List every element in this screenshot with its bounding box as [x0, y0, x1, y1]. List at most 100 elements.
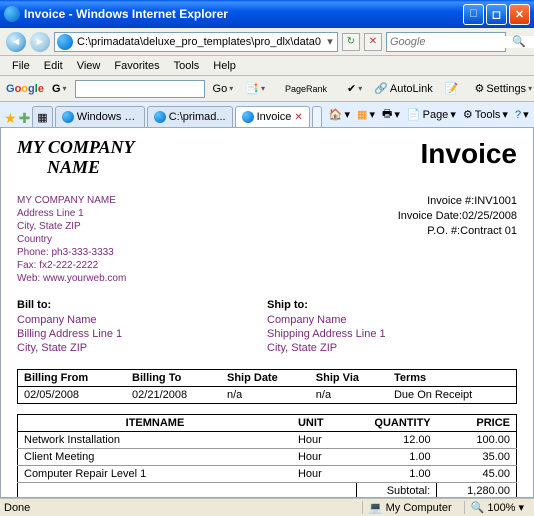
- menu-favorites[interactable]: Favorites: [108, 59, 165, 73]
- col-unit: UNIT: [292, 415, 357, 432]
- shipping-table: Billing From Billing To Ship Date Ship V…: [17, 369, 517, 404]
- company-fax: Fax: fx2-222-2222: [17, 259, 126, 272]
- add-favorite-button[interactable]: ★: [4, 109, 17, 127]
- status-text: Done: [4, 502, 30, 514]
- menu-edit[interactable]: Edit: [38, 59, 69, 73]
- new-tab-button[interactable]: [312, 106, 322, 127]
- zoom-icon: 🔍: [471, 501, 485, 514]
- col-terms: Terms: [388, 370, 517, 387]
- ship-date: n/a: [221, 387, 310, 404]
- item-unit: Hour: [292, 449, 357, 466]
- refresh-button[interactable]: ↻: [342, 33, 360, 51]
- check-button[interactable]: ✔▾: [343, 81, 366, 96]
- google-go-button[interactable]: Go ▾: [209, 82, 238, 96]
- autolink-label: AutoLink: [390, 83, 433, 95]
- search-go-button[interactable]: 🔍: [510, 33, 528, 51]
- favorites-button[interactable]: ✚: [19, 109, 31, 127]
- item-qty: 12.00: [357, 432, 437, 449]
- table-row: Network Installation Hour 12.00 100.00: [18, 432, 517, 449]
- tab-thumbs-button[interactable]: ▦: [32, 106, 52, 127]
- company-name-line1: MY COMPANY: [17, 138, 135, 158]
- company-name-heading: MY COMPANY NAME: [17, 138, 135, 178]
- table-row: Computer Repair Level 1 Hour 1.00 45.00: [18, 466, 517, 483]
- company-info-block: MY COMPANY NAME Address Line 1 City, Sta…: [17, 194, 126, 285]
- bill-to-csz: City, State ZIP: [17, 341, 267, 355]
- company-address: Address Line 1: [17, 207, 126, 220]
- google-toolbar: Google G▾ Go ▾ 📑▾ PageRank ✔▾ 🔗 AutoLink…: [0, 76, 534, 102]
- google-menu-button[interactable]: G▾: [48, 82, 71, 96]
- tab-windows[interactable]: Windows s...: [55, 106, 145, 127]
- ship-to-block: Ship to: Company Name Shipping Address L…: [267, 299, 517, 356]
- subtotal-row: Subtotal: 1,280.00: [18, 483, 517, 498]
- maximize-button[interactable]: ◻: [486, 4, 507, 25]
- billing-from: 02/05/2008: [18, 387, 127, 404]
- tab-invoice[interactable]: Invoice✕: [235, 106, 310, 127]
- search-box[interactable]: [386, 32, 506, 52]
- status-bar: Done 💻My Computer 🔍100% ▾: [0, 498, 534, 516]
- item-name: Network Installation: [18, 432, 292, 449]
- google-search-input[interactable]: [75, 80, 205, 98]
- company-name: MY COMPANY NAME: [17, 194, 126, 207]
- address-dropdown-icon[interactable]: ▾: [323, 35, 337, 48]
- print-button[interactable]: 🖶▾: [379, 104, 403, 125]
- tab-primad[interactable]: C:\primad...: [147, 106, 233, 127]
- company-country: Country: [17, 233, 126, 246]
- back-button[interactable]: ◄: [6, 32, 26, 52]
- menu-view[interactable]: View: [71, 59, 107, 73]
- subtotal-label: Subtotal:: [357, 483, 437, 498]
- ie-icon: [4, 6, 20, 22]
- invoice-date: 02/25/2008: [462, 210, 517, 222]
- col-ship-date: Ship Date: [221, 370, 310, 387]
- zoom-value: 100%: [487, 502, 515, 514]
- home-button[interactable]: 🏠▾: [326, 107, 353, 122]
- google-bookmark-button[interactable]: 📑▾: [241, 81, 269, 96]
- computer-icon: 💻: [369, 501, 383, 514]
- col-price: PRICE: [437, 415, 517, 432]
- company-web: Web: www.yourweb.com: [17, 272, 126, 285]
- tab-label: C:\primad...: [169, 111, 226, 123]
- google-logo: Google: [6, 83, 44, 95]
- settings-label: Settings: [486, 83, 526, 95]
- page-button[interactable]: 📄Page▾: [404, 107, 459, 122]
- item-price: 100.00: [437, 432, 517, 449]
- pagerank-button[interactable]: PageRank: [281, 83, 331, 95]
- stop-button[interactable]: ✕: [364, 33, 382, 51]
- content-area[interactable]: MY COMPANY NAME Invoice MY COMPANY NAME …: [0, 128, 534, 498]
- minimize-button[interactable]: 􀀀: [463, 4, 484, 25]
- tab-close-icon[interactable]: ✕: [294, 112, 302, 123]
- close-button[interactable]: ✕: [509, 4, 530, 25]
- page-icon: [57, 34, 73, 50]
- nav-bar: ◄ ► ▾ ↻ ✕ 🔍: [0, 28, 534, 56]
- document-title: Invoice: [421, 138, 517, 170]
- ship-to-addr: Shipping Address Line 1: [267, 327, 517, 341]
- tools-button[interactable]: ⚙Tools▾: [460, 107, 511, 122]
- zone-label: My Computer: [386, 502, 452, 514]
- autolink-button[interactable]: 🔗 AutoLink: [370, 81, 437, 96]
- menu-tools[interactable]: Tools: [168, 59, 206, 73]
- billing-to: 02/21/2008: [126, 387, 221, 404]
- settings-button[interactable]: ⚙ Settings▾: [470, 81, 534, 96]
- company-phone: Phone: ph3-333-3333: [17, 246, 126, 259]
- po-label: P.O. #:: [427, 225, 460, 237]
- zoom-control[interactable]: 🔍100% ▾: [464, 501, 530, 514]
- menu-help[interactable]: Help: [207, 59, 242, 73]
- item-unit: Hour: [292, 432, 357, 449]
- items-table: ITEMNAME UNIT QUANTITY PRICE Network Ins…: [17, 414, 517, 498]
- help-button[interactable]: ?▾: [512, 107, 532, 122]
- feeds-button[interactable]: ▦▾: [354, 107, 378, 122]
- col-billing-to: Billing To: [126, 370, 221, 387]
- item-price: 45.00: [437, 466, 517, 483]
- address-bar[interactable]: ▾: [54, 32, 338, 52]
- item-qty: 1.00: [357, 449, 437, 466]
- menu-file[interactable]: File: [6, 59, 36, 73]
- go-label: Go: [213, 83, 228, 95]
- tab-icon: [242, 111, 254, 123]
- bill-to-block: Bill to: Company Name Billing Address Li…: [17, 299, 267, 356]
- window-title: Invoice - Windows Internet Explorer: [24, 7, 463, 21]
- terms: Due On Receipt: [388, 387, 517, 404]
- forward-button[interactable]: ►: [30, 32, 50, 52]
- address-input[interactable]: [75, 36, 323, 48]
- tab-icon: [62, 111, 74, 123]
- ship-to-csz: City, State ZIP: [267, 341, 517, 355]
- autofill-button[interactable]: 📝: [441, 81, 463, 96]
